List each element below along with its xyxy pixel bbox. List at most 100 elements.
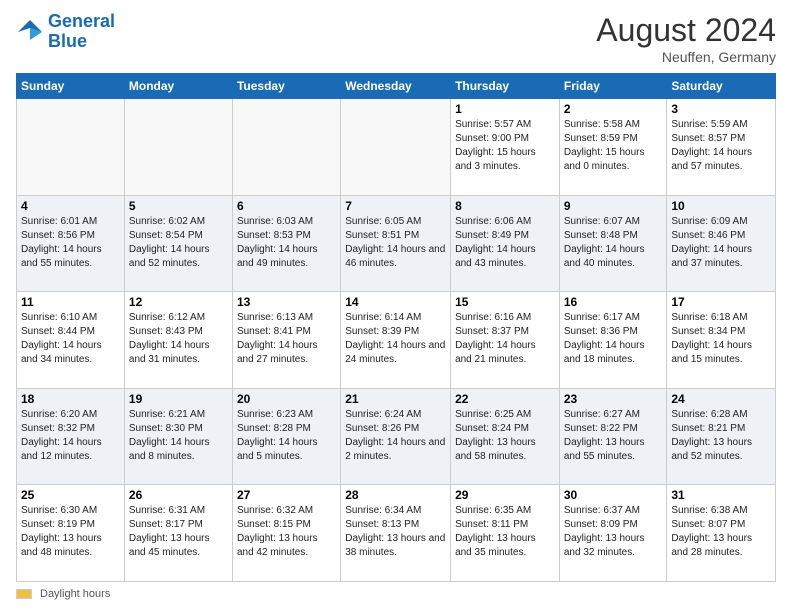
calendar-header-thursday: Thursday: [451, 74, 560, 99]
calendar-header-monday: Monday: [124, 74, 232, 99]
day-info: Sunrise: 6:17 AM Sunset: 8:36 PM Dayligh…: [564, 311, 663, 367]
day-info: Sunrise: 6:02 AM Sunset: 8:54 PM Dayligh…: [129, 215, 228, 271]
day-number: 26: [129, 488, 228, 502]
day-info: Sunrise: 6:35 AM Sunset: 8:11 PM Dayligh…: [455, 504, 555, 560]
logo: General Blue: [16, 12, 115, 52]
daylight-swatch: [16, 589, 32, 599]
day-number: 16: [564, 295, 663, 309]
header: General Blue August 2024 Neuffen, German…: [16, 12, 776, 65]
calendar-header-tuesday: Tuesday: [232, 74, 340, 99]
calendar-cell: 6Sunrise: 6:03 AM Sunset: 8:53 PM Daylig…: [232, 195, 340, 292]
calendar-cell: [124, 99, 232, 196]
calendar-week-row: 18 Sunrise: 6:20 AM Sunset: 8:32 PM Dayli…: [17, 388, 776, 485]
day-number: 30: [564, 488, 663, 502]
day-number: 2: [564, 102, 663, 116]
logo-line1: General: [48, 11, 115, 31]
day-number: 11: [21, 295, 120, 309]
calendar-cell: 20 Sunrise: 6:23 AM Sunset: 8:28 PM Dayli…: [232, 388, 340, 485]
calendar-cell: [341, 99, 451, 196]
title-block: August 2024 Neuffen, Germany: [596, 12, 776, 65]
day-number: 19: [129, 392, 228, 406]
day-info: Sunrise: 6:30 AM Sunset: 8:19 PM Dayligh…: [21, 504, 120, 560]
day-info: Sunrise: 6:37 AM Sunset: 8:09 PM Dayligh…: [564, 504, 663, 560]
calendar-cell: 1 Sunrise: 5:57 AM Sunset: 9:00 PM Daylig…: [451, 99, 560, 196]
calendar-cell: 17 Sunrise: 6:18 AM Sunset: 8:34 PM Dayli…: [667, 292, 776, 389]
day-number: 13: [237, 295, 336, 309]
day-number: 18: [21, 392, 120, 406]
logo-text: General Blue: [48, 12, 115, 52]
calendar-week-row: 4Sunrise: 6:01 AM Sunset: 8:56 PM Daylig…: [17, 195, 776, 292]
day-number: 10: [671, 199, 771, 213]
calendar-cell: 29Sunrise: 6:35 AM Sunset: 8:11 PM Dayli…: [451, 485, 560, 582]
calendar-header-wednesday: Wednesday: [341, 74, 451, 99]
page: General Blue August 2024 Neuffen, German…: [0, 0, 792, 612]
day-info: Sunrise: 6:13 AM Sunset: 8:41 PM Dayligh…: [237, 311, 336, 367]
calendar-week-row: 1 Sunrise: 5:57 AM Sunset: 9:00 PM Daylig…: [17, 99, 776, 196]
day-number: 28: [345, 488, 446, 502]
calendar-cell: 2 Sunrise: 5:58 AM Sunset: 8:59 PM Daylig…: [559, 99, 667, 196]
day-number: 22: [455, 392, 555, 406]
calendar-cell: 3Sunrise: 5:59 AM Sunset: 8:57 PM Daylig…: [667, 99, 776, 196]
footer: Daylight hours: [16, 588, 776, 600]
day-info: Sunrise: 6:10 AM Sunset: 8:44 PM Dayligh…: [21, 311, 120, 367]
day-number: 24: [671, 392, 771, 406]
calendar-header-saturday: Saturday: [667, 74, 776, 99]
day-info: Sunrise: 6:38 AM Sunset: 8:07 PM Dayligh…: [671, 504, 771, 560]
calendar-cell: 23 Sunrise: 6:27 AM Sunset: 8:22 PM Dayli…: [559, 388, 667, 485]
day-number: 4: [21, 199, 120, 213]
calendar-cell: 8Sunrise: 6:06 AM Sunset: 8:49 PM Daylig…: [451, 195, 560, 292]
day-number: 9: [564, 199, 663, 213]
day-info: Sunrise: 6:20 AM Sunset: 8:32 PM Dayligh…: [21, 408, 120, 464]
day-info: Sunrise: 6:34 AM Sunset: 8:13 PM Dayligh…: [345, 504, 446, 560]
calendar-cell: 15 Sunrise: 6:16 AM Sunset: 8:37 PM Dayli…: [451, 292, 560, 389]
day-number: 21: [345, 392, 446, 406]
calendar-week-row: 25Sunrise: 6:30 AM Sunset: 8:19 PM Dayli…: [17, 485, 776, 582]
day-info: Sunrise: 6:16 AM Sunset: 8:37 PM Dayligh…: [455, 311, 555, 367]
day-number: 14: [345, 295, 446, 309]
calendar-cell: 28 Sunrise: 6:34 AM Sunset: 8:13 PM Dayli…: [341, 485, 451, 582]
calendar-header-sunday: Sunday: [17, 74, 125, 99]
day-number: 12: [129, 295, 228, 309]
calendar-cell: 21Sunrise: 6:24 AM Sunset: 8:26 PM Dayli…: [341, 388, 451, 485]
day-info: Sunrise: 6:23 AM Sunset: 8:28 PM Dayligh…: [237, 408, 336, 464]
calendar-cell: 10 Sunrise: 6:09 AM Sunset: 8:46 PM Dayli…: [667, 195, 776, 292]
day-info: Sunrise: 6:03 AM Sunset: 8:53 PM Dayligh…: [237, 215, 336, 271]
calendar-header-row: SundayMondayTuesdayWednesdayThursdayFrid…: [17, 74, 776, 99]
calendar-cell: [232, 99, 340, 196]
day-info: Sunrise: 6:12 AM Sunset: 8:43 PM Dayligh…: [129, 311, 228, 367]
calendar-cell: 19 Sunrise: 6:21 AM Sunset: 8:30 PM Dayli…: [124, 388, 232, 485]
day-number: 17: [671, 295, 771, 309]
calendar-cell: 9Sunrise: 6:07 AM Sunset: 8:48 PM Daylig…: [559, 195, 667, 292]
calendar-cell: 27Sunrise: 6:32 AM Sunset: 8:15 PM Dayli…: [232, 485, 340, 582]
day-info: Sunrise: 5:58 AM Sunset: 8:59 PM Dayligh…: [564, 118, 663, 174]
calendar-cell: 30 Sunrise: 6:37 AM Sunset: 8:09 PM Dayli…: [559, 485, 667, 582]
day-number: 5: [129, 199, 228, 213]
calendar-cell: 16 Sunrise: 6:17 AM Sunset: 8:36 PM Dayli…: [559, 292, 667, 389]
day-info: Sunrise: 6:27 AM Sunset: 8:22 PM Dayligh…: [564, 408, 663, 464]
calendar-cell: 26 Sunrise: 6:31 AM Sunset: 8:17 PM Dayli…: [124, 485, 232, 582]
month-title: August 2024: [596, 12, 776, 49]
day-info: Sunrise: 6:21 AM Sunset: 8:30 PM Dayligh…: [129, 408, 228, 464]
day-number: 23: [564, 392, 663, 406]
day-info: Sunrise: 6:05 AM Sunset: 8:51 PM Dayligh…: [345, 215, 446, 271]
day-number: 1: [455, 102, 555, 116]
calendar-cell: 12 Sunrise: 6:12 AM Sunset: 8:43 PM Dayli…: [124, 292, 232, 389]
calendar-cell: 14Sunrise: 6:14 AM Sunset: 8:39 PM Dayli…: [341, 292, 451, 389]
day-number: 20: [237, 392, 336, 406]
day-number: 15: [455, 295, 555, 309]
day-info: Sunrise: 5:57 AM Sunset: 9:00 PM Dayligh…: [455, 118, 555, 174]
day-info: Sunrise: 6:18 AM Sunset: 8:34 PM Dayligh…: [671, 311, 771, 367]
day-number: 27: [237, 488, 336, 502]
calendar-cell: 13 Sunrise: 6:13 AM Sunset: 8:41 PM Dayli…: [232, 292, 340, 389]
calendar-header-friday: Friday: [559, 74, 667, 99]
day-info: Sunrise: 6:31 AM Sunset: 8:17 PM Dayligh…: [129, 504, 228, 560]
day-info: Sunrise: 6:09 AM Sunset: 8:46 PM Dayligh…: [671, 215, 771, 271]
calendar-cell: 7Sunrise: 6:05 AM Sunset: 8:51 PM Daylig…: [341, 195, 451, 292]
day-info: Sunrise: 5:59 AM Sunset: 8:57 PM Dayligh…: [671, 118, 771, 174]
calendar-cell: 25Sunrise: 6:30 AM Sunset: 8:19 PM Dayli…: [17, 485, 125, 582]
calendar-cell: 4Sunrise: 6:01 AM Sunset: 8:56 PM Daylig…: [17, 195, 125, 292]
location: Neuffen, Germany: [596, 49, 776, 65]
calendar-week-row: 11 Sunrise: 6:10 AM Sunset: 8:44 PM Dayli…: [17, 292, 776, 389]
daylight-label: Daylight hours: [40, 588, 110, 600]
day-number: 31: [671, 488, 771, 502]
